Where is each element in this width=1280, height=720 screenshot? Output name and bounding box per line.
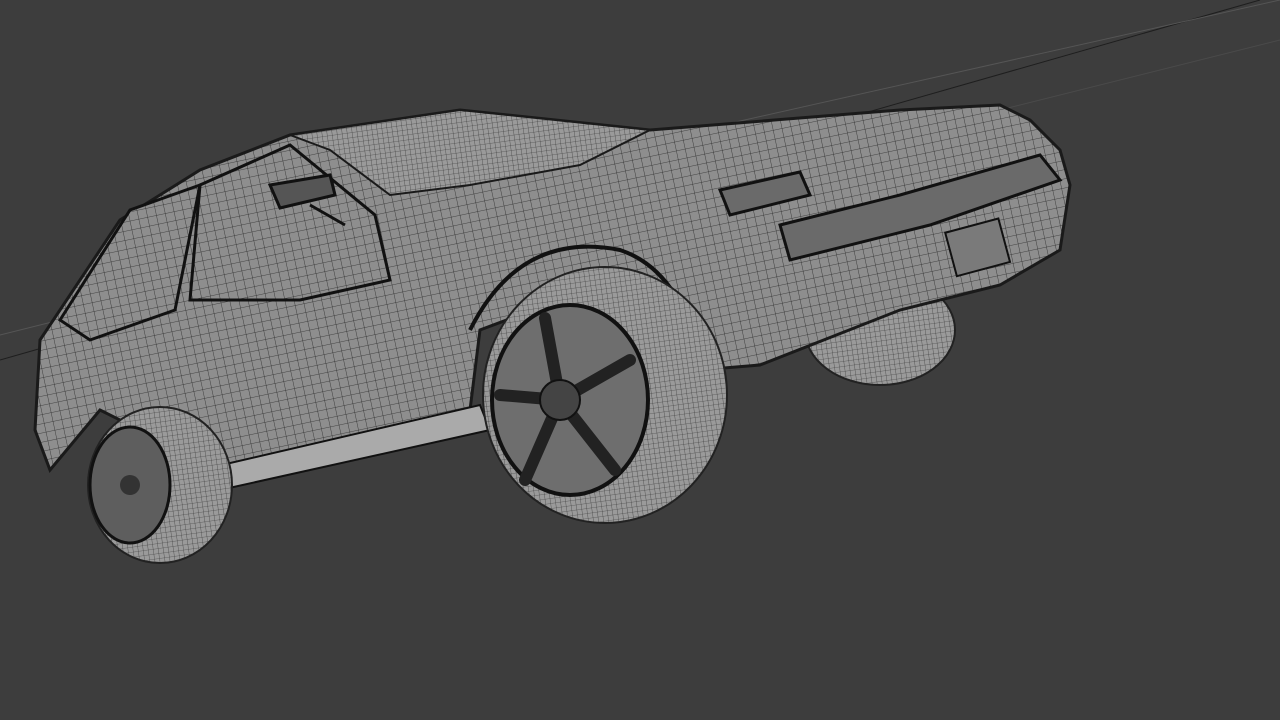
car-mesh[interactable]: [33, 103, 1072, 564]
front-wheel: [87, 406, 233, 564]
3d-viewport[interactable]: [0, 0, 1280, 720]
rear-wheel: [482, 266, 728, 524]
